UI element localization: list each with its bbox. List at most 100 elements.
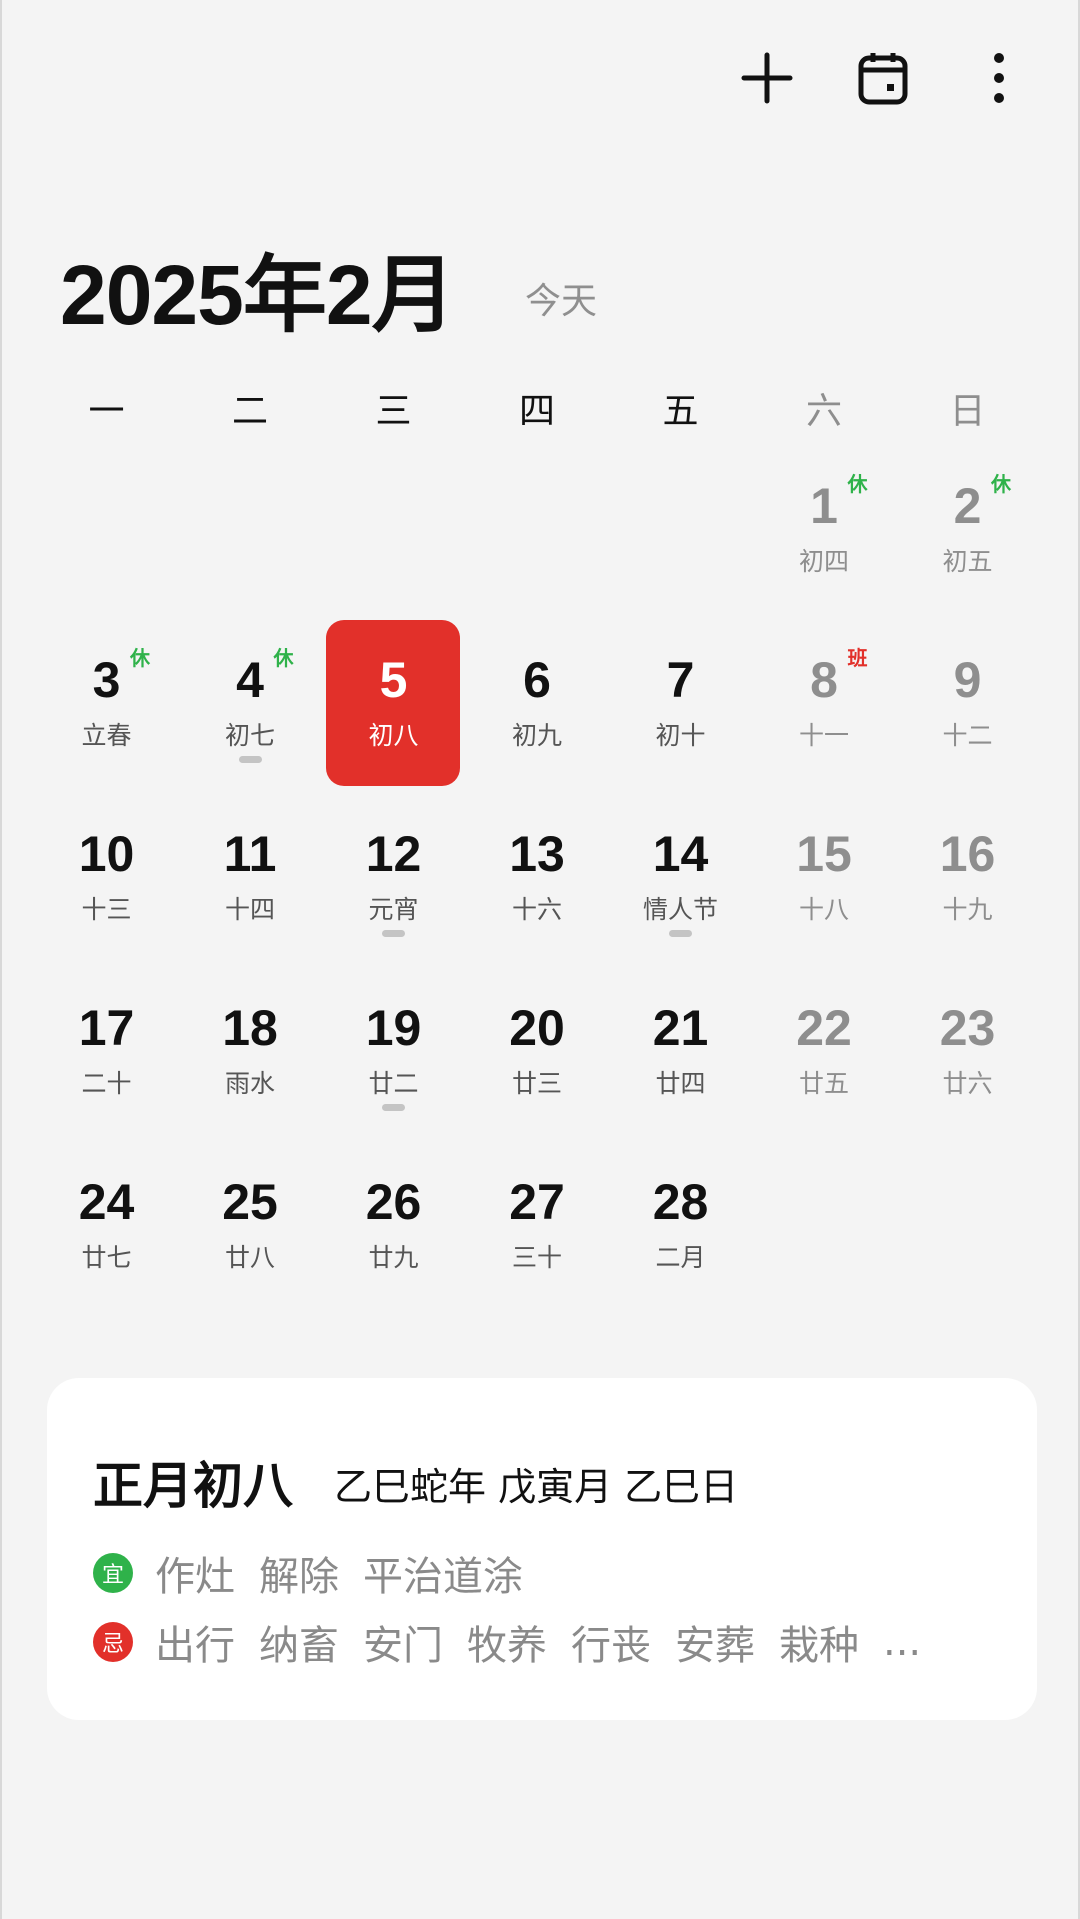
- day-cell[interactable]: 18 雨水: [179, 998, 322, 1172]
- day-cell[interactable]: 1 初四 休: [753, 472, 896, 650]
- day-number: 15: [796, 826, 852, 882]
- day-cell[interactable]: 23 廿六: [896, 998, 1039, 1172]
- day-number: 6: [523, 652, 551, 708]
- day-cell[interactable]: 16 十九: [896, 824, 1039, 998]
- lunar-label: 初八: [368, 721, 419, 750]
- day-number: 1: [810, 478, 838, 534]
- day-number: 16: [939, 826, 996, 882]
- lunar-label: 廿九: [368, 1243, 419, 1272]
- day-cell[interactable]: 5 初八: [322, 620, 465, 824]
- month-title[interactable]: 2025年2月: [60, 228, 456, 349]
- event-indicator: [382, 1104, 405, 1111]
- almanac-card[interactable]: 正月初八 乙巳蛇年 戊寅月 乙巳日 宜作灶 解除 平治道涂 忌出行 纳畜 安门 牧养 行丧安…: [47, 1378, 1037, 1720]
- avoid-row: 忌出行 纳畜 安门 牧养 行丧 安葬 栽种...: [93, 1613, 945, 1671]
- lunar-label: 廿六: [942, 1069, 993, 1098]
- weekday-header: 五: [662, 391, 699, 432]
- day-number: 25: [222, 1174, 278, 1230]
- lunar-label: 初四: [798, 547, 849, 576]
- holiday-badge: 休: [273, 646, 294, 670]
- day-number: 14: [652, 826, 709, 882]
- day-cell[interactable]: 25 廿八: [179, 1172, 322, 1346]
- day-cell[interactable]: 6 初九: [466, 650, 609, 824]
- day-number: 19: [365, 1000, 422, 1056]
- lunar-label: 三十: [511, 1243, 562, 1272]
- day-cell[interactable]: 19 廿二: [322, 998, 465, 1172]
- day-number: 7: [666, 652, 695, 708]
- day-number: 23: [939, 1000, 996, 1056]
- suitable-item: 平治道涂: [363, 1554, 523, 1600]
- lunar-label: 十六: [511, 895, 562, 924]
- more-vertical-icon: [994, 53, 1004, 103]
- day-cell[interactable]: 8 十一 班: [753, 646, 896, 824]
- suitable-item: 作灶: [155, 1554, 235, 1600]
- day-cell[interactable]: 15 十八: [753, 824, 896, 998]
- day-cell[interactable]: 21 廿四: [609, 998, 752, 1172]
- day-cell[interactable]: 7 初十: [609, 650, 752, 824]
- day-cell[interactable]: 13 十六: [466, 824, 609, 998]
- day-number: 13: [509, 826, 565, 882]
- weekday-header: 日: [949, 391, 986, 432]
- day-number: 8: [810, 652, 838, 708]
- day-cell[interactable]: 10 十三: [35, 824, 178, 998]
- lunar-label: 廿八: [224, 1243, 275, 1272]
- event-indicator: [669, 930, 692, 937]
- day-cell[interactable]: 4 初七 休: [179, 646, 322, 824]
- day-cell[interactable]: 9 十二: [896, 650, 1039, 824]
- day-number: 4: [236, 652, 264, 708]
- add-button[interactable]: [737, 48, 797, 108]
- day-cell[interactable]: 14 情人节: [609, 824, 752, 998]
- avoid-item: 安葬: [675, 1623, 755, 1669]
- plus-icon: [741, 52, 793, 104]
- day-number: 2: [953, 478, 982, 534]
- lunar-label: 十九: [942, 895, 993, 924]
- avoid-item: 行丧: [571, 1623, 651, 1669]
- avoid-item: 安门: [363, 1623, 443, 1669]
- day-cell[interactable]: 12 元宵: [322, 824, 465, 998]
- lunar-label: 十一: [798, 721, 849, 750]
- avoid-item: 牧养: [467, 1623, 547, 1669]
- holiday-badge: 休: [991, 472, 1011, 496]
- suitable-item: 解除: [259, 1554, 339, 1600]
- lunar-label: 元宵: [368, 895, 419, 924]
- day-cell[interactable]: 17 二十: [35, 998, 178, 1172]
- holiday-badge: 休: [847, 472, 868, 496]
- weekday-header: 四: [518, 391, 555, 432]
- suitable-row: 宜作灶 解除 平治道涂: [93, 1544, 547, 1602]
- avoid-icon: 忌: [93, 1622, 133, 1662]
- day-cell[interactable]: 27 三十: [466, 1172, 609, 1346]
- day-cell[interactable]: 24 廿七: [35, 1172, 178, 1346]
- day-number: 18: [222, 1000, 278, 1056]
- day-number: 17: [78, 1000, 135, 1056]
- day-cell[interactable]: 26 廿九: [322, 1172, 465, 1346]
- weekday-header: 一: [88, 391, 125, 432]
- day-cell[interactable]: 22 廿五: [753, 998, 896, 1172]
- jump-to-date-button[interactable]: [853, 48, 913, 108]
- lunar-label: 十四: [224, 895, 275, 924]
- calendar-icon: [858, 53, 908, 105]
- more-button[interactable]: [969, 48, 1029, 108]
- day-cell[interactable]: 11 十四: [179, 824, 322, 998]
- event-indicator: [238, 756, 262, 763]
- day-number: 28: [652, 1174, 709, 1230]
- day-cell[interactable]: 20 廿三: [466, 998, 609, 1172]
- lunar-label: 十三: [81, 895, 132, 924]
- day-number: 21: [652, 1000, 709, 1056]
- day-number: 20: [509, 1000, 565, 1056]
- avoid-item: 栽种: [779, 1623, 859, 1669]
- suitable-icon: 宜: [93, 1553, 133, 1593]
- lunar-date: 正月初八: [93, 1457, 293, 1515]
- weekday-header: 二: [231, 391, 268, 432]
- lunar-label: 廿二: [368, 1069, 419, 1098]
- day-number: 9: [953, 652, 982, 708]
- lunar-label: 二月: [655, 1243, 706, 1272]
- day-cell[interactable]: 2 初五 休: [896, 472, 1039, 650]
- lunar-label: 立春: [81, 721, 132, 750]
- lunar-label: 初九: [511, 721, 562, 750]
- day-number: 12: [365, 826, 422, 882]
- today-button[interactable]: 今天: [525, 272, 597, 324]
- day-cell[interactable]: 3 立春 休: [35, 646, 178, 824]
- lunar-label: 廿三: [511, 1069, 562, 1098]
- avoid-item: 纳畜: [259, 1623, 339, 1669]
- lunar-label: 初五: [942, 547, 993, 576]
- day-cell[interactable]: 28 二月: [609, 1172, 752, 1346]
